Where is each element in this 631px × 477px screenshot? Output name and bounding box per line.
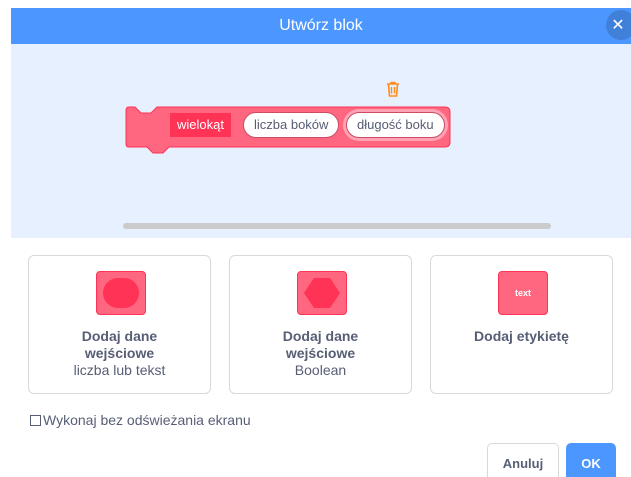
option-title: Dodaj etykietę [474, 328, 569, 344]
block-preview-workspace: wielokąt liczba boków długość boku [11, 44, 631, 238]
dialog-title-bar: Utwórz blok [11, 8, 631, 44]
add-number-text-input-option[interactable]: Dodaj dane wejściowe liczba lub tekst [28, 255, 211, 394]
boolean-input-icon [297, 271, 347, 315]
add-label-option[interactable]: text Dodaj etykietę [430, 255, 613, 394]
round-input-icon [96, 271, 146, 315]
trash-icon[interactable] [384, 80, 402, 98]
workspace-horizontal-scrollbar[interactable] [123, 223, 551, 229]
option-subtitle: Boolean [294, 362, 347, 378]
close-x-icon: ✕ [611, 17, 625, 34]
close-button[interactable]: ✕ [606, 10, 631, 40]
block-input-number-sides[interactable]: liczba boków [243, 112, 340, 138]
option-subtitle: liczba lub tekst [73, 362, 166, 378]
dialog-title: Utwórz blok [279, 17, 363, 34]
run-without-refresh-checkbox[interactable] [30, 414, 41, 426]
run-without-refresh-label: Wykonaj bez odświeżania ekranu [43, 412, 251, 428]
option-title: Dodaj dane wejściowe [81, 328, 158, 361]
run-without-refresh-row[interactable]: Wykonaj bez odświeżania ekranu [30, 412, 251, 428]
add-boolean-input-option[interactable]: Dodaj dane wejściowe Boolean [229, 255, 412, 394]
cancel-button[interactable]: Anuluj [487, 443, 559, 477]
option-title: Dodaj dane wejściowe [282, 328, 359, 361]
text-label-icon: text [498, 271, 548, 315]
custom-block-dialog: Utwórz blok ✕ wielokąt liczba boków dług… [11, 8, 631, 477]
block-name-label[interactable]: wielokąt [170, 113, 231, 137]
block-input-side-length[interactable]: długość boku [346, 112, 445, 138]
ok-button[interactable]: OK [566, 443, 616, 477]
